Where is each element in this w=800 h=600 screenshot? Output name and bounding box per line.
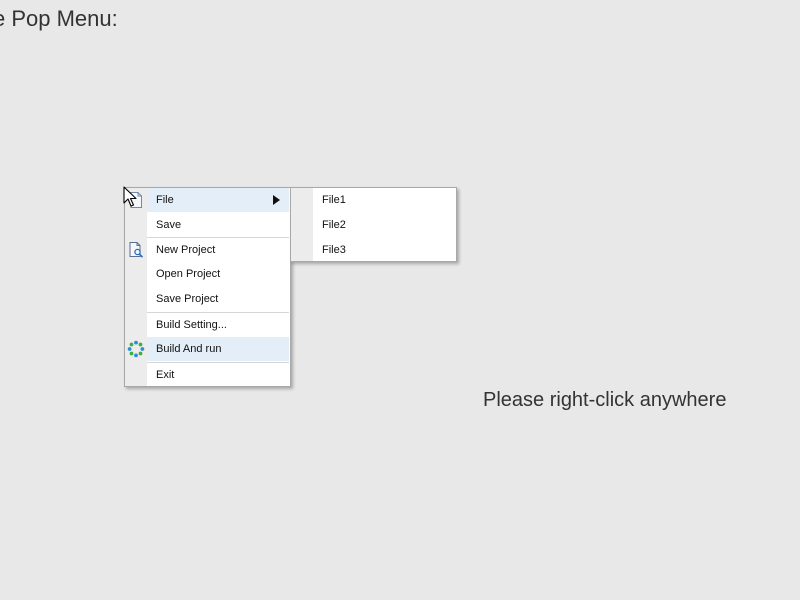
menu-item-new-project[interactable]: New Project: [147, 237, 289, 261]
submenu-gutter: [291, 188, 313, 261]
page-title: se Pop Menu:: [0, 6, 118, 31]
hint-text: Please right-click anywhere: [483, 389, 727, 411]
new-project-icon: [129, 242, 144, 258]
menu-item-label: Exit: [156, 369, 175, 381]
menu-item-label: Open Project: [156, 268, 221, 280]
submenu-item-label: File2: [322, 219, 346, 231]
menu-item-label: Save: [156, 219, 182, 231]
submenu-item-file3[interactable]: File3: [313, 238, 455, 262]
menu-item-open-project[interactable]: Open Project: [147, 262, 289, 286]
menu-item-label: Save Project: [156, 293, 219, 305]
mouse-cursor-icon: [123, 186, 137, 207]
file-submenu: File1 File2 File3: [290, 187, 457, 262]
menu-item-label: Build And run: [156, 343, 222, 355]
menu-item-save-project[interactable]: Save Project: [147, 287, 289, 311]
menu-item-label: New Project: [156, 244, 216, 256]
submenu-item-label: File1: [322, 194, 346, 206]
menu-item-save[interactable]: Save: [147, 213, 289, 237]
submenu-item-file1[interactable]: File1: [313, 188, 455, 212]
submenu-item-label: File3: [322, 244, 346, 256]
menu-item-file[interactable]: File: [147, 188, 289, 212]
submenu-item-file2[interactable]: File2: [313, 213, 455, 237]
menu-item-label: Build Setting...: [156, 319, 227, 331]
menu-item-label: File: [156, 194, 174, 206]
build-run-icon: [127, 340, 145, 358]
menu-item-build-and-run[interactable]: Build And run: [147, 337, 289, 361]
submenu-arrow-icon: [273, 195, 280, 205]
menu-item-exit[interactable]: Exit: [147, 362, 289, 386]
context-menu: File Save New Project Open Project Save …: [124, 187, 291, 387]
menu-item-build-setting[interactable]: Build Setting...: [147, 312, 289, 336]
